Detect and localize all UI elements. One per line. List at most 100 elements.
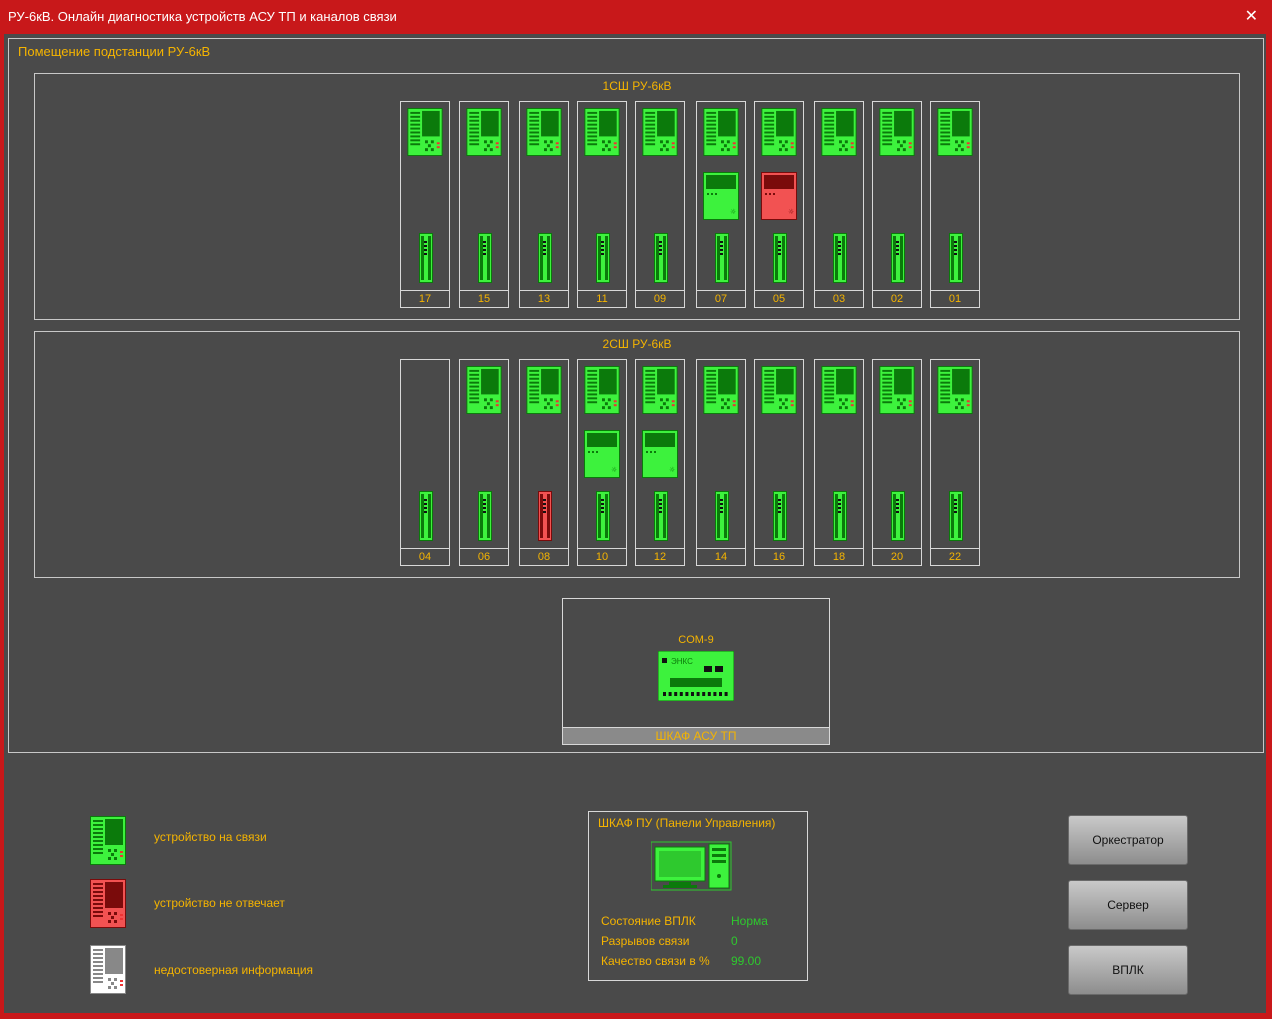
cell-bay-03[interactable]: 03 <box>814 101 864 308</box>
vplk-button[interactable]: ВПЛК <box>1068 945 1188 995</box>
cell-bay-17[interactable]: 17 <box>400 101 450 308</box>
relay-terminal-icon[interactable] <box>526 366 562 414</box>
busbar-section-2: 2СШ РУ-6кВ 04 06 08 ☼ 10 ☼ 12 14 16 18 2… <box>34 331 1240 578</box>
cell-bay-13[interactable]: 13 <box>519 101 569 308</box>
cell-bay-11[interactable]: 11 <box>577 101 627 308</box>
relay-terminal-icon[interactable] <box>407 108 443 156</box>
window-titlebar: РУ-6кВ. Онлайн диагностика устройств АСУ… <box>0 0 1272 34</box>
pu-cabinet-panel: ШКАФ ПУ (Панели Управления) Состояние ВП… <box>588 811 808 981</box>
cell-bay-20[interactable]: 20 <box>872 359 922 566</box>
terminal-block-icon[interactable] <box>833 491 847 541</box>
relay-terminal-icon[interactable] <box>821 108 857 156</box>
terminal-block-icon[interactable] <box>891 491 905 541</box>
server-button[interactable]: Сервер <box>1068 880 1188 930</box>
legend-unknown-text: недостоверная информация <box>154 963 314 977</box>
meter-device-icon[interactable]: ☼ <box>584 430 620 478</box>
cell-bay-01[interactable]: 01 <box>930 101 980 308</box>
com-port-label: COM-9 <box>678 634 714 646</box>
terminal-block-icon[interactable] <box>596 491 610 541</box>
relay-terminal-icon[interactable] <box>584 108 620 156</box>
cell-number-label: 10 <box>577 548 627 566</box>
cell-bay-09[interactable]: 09 <box>635 101 685 308</box>
cell-bay-10[interactable]: ☼ 10 <box>577 359 627 566</box>
terminal-block-icon[interactable] <box>891 233 905 283</box>
cell-number-label: 02 <box>872 290 922 308</box>
svg-text:☼: ☼ <box>730 208 736 216</box>
cell-number-label: 09 <box>635 290 685 308</box>
cell-bay-18[interactable]: 18 <box>814 359 864 566</box>
relay-terminal-icon[interactable] <box>703 108 739 156</box>
terminal-block-icon[interactable] <box>833 233 847 283</box>
cell-number-label: 15 <box>459 290 509 308</box>
cell-bay-15[interactable]: 15 <box>459 101 509 308</box>
terminal-block-icon[interactable] <box>478 233 492 283</box>
terminal-block-icon[interactable] <box>949 491 963 541</box>
terminal-block-icon[interactable] <box>478 491 492 541</box>
window-title: РУ-6кВ. Онлайн диагностика устройств АСУ… <box>8 9 397 24</box>
terminal-block-icon[interactable] <box>715 491 729 541</box>
relay-terminal-icon[interactable] <box>466 108 502 156</box>
terminal-block-icon[interactable] <box>654 233 668 283</box>
terminal-block-icon[interactable] <box>538 233 552 283</box>
cell-bay-22[interactable]: 22 <box>930 359 980 566</box>
relay-terminal-icon[interactable] <box>466 366 502 414</box>
relay-terminal-icon[interactable] <box>584 366 620 414</box>
terminal-block-icon[interactable] <box>715 233 729 283</box>
relay-terminal-icon[interactable] <box>879 108 915 156</box>
cell-bay-02[interactable]: 02 <box>872 101 922 308</box>
cell-number-label: 22 <box>930 548 980 566</box>
terminal-block-icon[interactable] <box>773 233 787 283</box>
link-quality-label: Качество связи в % <box>601 954 710 968</box>
room-title: Помещение подстанции РУ-6кВ <box>18 44 211 59</box>
relay-terminal-icon[interactable] <box>761 366 797 414</box>
svg-text:☼: ☼ <box>669 466 675 474</box>
section-title: 1СШ РУ-6кВ <box>602 79 672 93</box>
relay-terminal-icon[interactable] <box>642 108 678 156</box>
cell-bay-07[interactable]: ☼ 07 <box>696 101 746 308</box>
terminal-block-icon[interactable] <box>596 233 610 283</box>
terminal-block-icon[interactable] <box>419 233 433 283</box>
cell-bay-14[interactable]: 14 <box>696 359 746 566</box>
cell-bay-04[interactable]: 04 <box>400 359 450 566</box>
workstation-icon[interactable] <box>651 840 733 892</box>
cell-number-label: 11 <box>577 290 627 308</box>
terminal-block-icon[interactable] <box>419 491 433 541</box>
cell-bay-06[interactable]: 06 <box>459 359 509 566</box>
cell-number-label: 18 <box>814 548 864 566</box>
cell-bay-12[interactable]: ☼ 12 <box>635 359 685 566</box>
relay-terminal-icon[interactable] <box>526 108 562 156</box>
legend-unknown-icon <box>90 945 126 994</box>
disconnects-value: 0 <box>731 934 738 948</box>
relay-terminal-icon[interactable] <box>937 366 973 414</box>
meter-device-icon[interactable]: ☼ <box>703 172 739 220</box>
cell-number-label: 17 <box>400 290 450 308</box>
client-area: Помещение подстанции РУ-6кВ 1СШ РУ-6кВ 1… <box>4 34 1266 1013</box>
meter-device-icon[interactable]: ☼ <box>642 430 678 478</box>
cell-bay-08[interactable]: 08 <box>519 359 569 566</box>
cell-bay-16[interactable]: 16 <box>754 359 804 566</box>
disconnects-label: Разрывов связи <box>601 934 690 948</box>
relay-terminal-icon[interactable] <box>761 108 797 156</box>
terminal-block-icon[interactable] <box>949 233 963 283</box>
meter-device-icon[interactable]: ☼ <box>761 172 797 220</box>
relay-terminal-icon[interactable] <box>642 366 678 414</box>
relay-terminal-icon[interactable] <box>937 108 973 156</box>
cell-number-label: 13 <box>519 290 569 308</box>
close-icon[interactable]: ✕ <box>1245 0 1258 34</box>
relay-terminal-icon[interactable] <box>821 366 857 414</box>
orchestrator-button[interactable]: Оркестратор <box>1068 815 1188 865</box>
terminal-block-icon[interactable] <box>538 491 552 541</box>
relay-terminal-icon[interactable] <box>703 366 739 414</box>
cell-number-label: 20 <box>872 548 922 566</box>
svg-text:☼: ☼ <box>788 208 794 216</box>
legend-fail-text: устройство не отвечает <box>154 896 285 910</box>
legend-fail-icon <box>90 879 126 928</box>
enks-controller-icon[interactable]: ЭНКС <box>658 651 734 701</box>
relay-terminal-icon[interactable] <box>879 366 915 414</box>
terminal-block-icon[interactable] <box>773 491 787 541</box>
device-brand-text: ЭНКС <box>671 657 693 666</box>
terminal-block-icon[interactable] <box>654 491 668 541</box>
cell-bay-05[interactable]: ☼ 05 <box>754 101 804 308</box>
asu-tp-cabinet[interactable]: COM-9 ЭНКС ШКАФ АСУ ТП <box>562 598 830 745</box>
substation-room-panel: Помещение подстанции РУ-6кВ 1СШ РУ-6кВ 1… <box>8 38 1264 753</box>
